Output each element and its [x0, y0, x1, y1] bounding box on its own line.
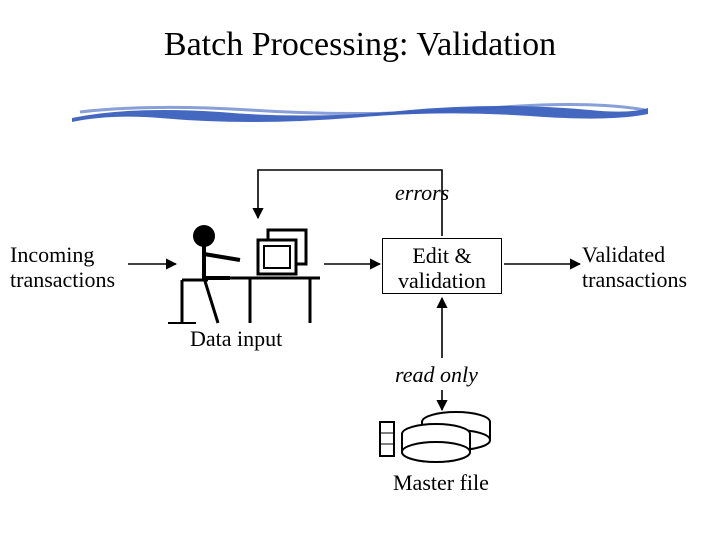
- brush-stroke-icon: [70, 100, 650, 128]
- edit-validation-box: Edit & validation: [382, 238, 502, 294]
- errors-label: errors: [395, 180, 449, 205]
- incoming-transactions-label: Incoming transactions: [10, 242, 140, 293]
- validated-transactions-label: Validated transactions: [582, 242, 712, 293]
- slide-title: Batch Processing: Validation: [0, 26, 720, 64]
- data-input-label: Data input: [190, 326, 282, 351]
- read-only-label: read only: [395, 362, 478, 387]
- master-file-label: Master file: [393, 470, 489, 495]
- person-at-terminal-icon: [160, 218, 330, 328]
- database-icon: [378, 406, 498, 464]
